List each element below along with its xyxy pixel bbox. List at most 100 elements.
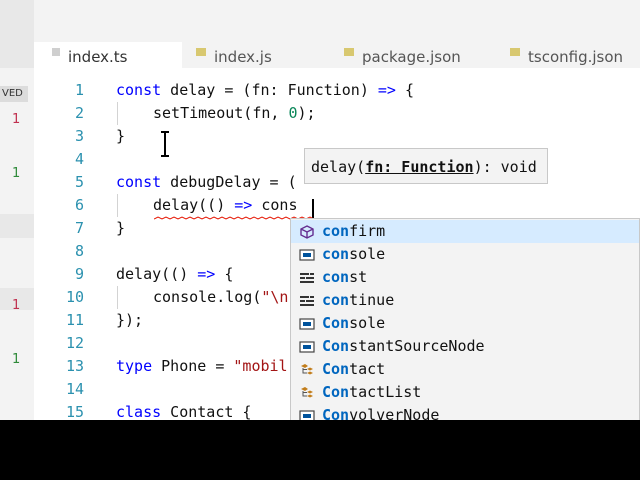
suggestion-item[interactable]: Contact (291, 358, 639, 381)
line-number: 1 (74, 81, 84, 99)
match-text: Con (322, 360, 350, 378)
tab-package-json[interactable]: package.json (344, 46, 461, 68)
keyword: const (116, 81, 162, 99)
code-line[interactable]: console.log("\n (153, 286, 288, 309)
code-text: cons (252, 196, 298, 214)
suggestion-item[interactable]: Console (291, 312, 639, 335)
match-text: Con (322, 383, 350, 401)
editor-screen: index.ts index.js package.json tsconfig.… (0, 0, 640, 420)
tab-label: tsconfig.json (528, 48, 624, 66)
match-text: Con (322, 406, 350, 420)
line-number: 14 (65, 380, 84, 398)
suggestion-label: tactList (349, 383, 422, 401)
match-text: con (322, 268, 350, 286)
keyword: const (116, 173, 162, 191)
tab-index-ts[interactable]: index.ts (52, 46, 128, 68)
tab-label: index.js (214, 48, 272, 66)
variable-icon (299, 249, 315, 261)
line-number: 11 (65, 311, 84, 329)
string-literal: "\n (261, 288, 289, 306)
explorer-header (0, 0, 34, 68)
js-file-icon (196, 48, 206, 56)
method-icon (300, 225, 314, 239)
suggestion-label: volverNode (349, 406, 440, 420)
line-number: 4 (74, 150, 84, 168)
code-line[interactable]: const delay = (fn: Function) => { (116, 79, 414, 102)
suggestion-label: sole (349, 314, 386, 332)
suggestion-item[interactable]: continue (291, 289, 639, 312)
code-text: console.log( (153, 288, 262, 306)
code-text: Contact { (161, 403, 252, 420)
code-line[interactable]: const debugDelay = ( (116, 171, 297, 194)
line-number: 7 (74, 219, 84, 237)
variable-icon (299, 318, 315, 330)
code-text: setTimeout(fn, (153, 104, 289, 122)
saved-badge: VED (0, 86, 28, 102)
suggestion-label: tact (349, 360, 386, 378)
hint-text: delay( (311, 158, 366, 176)
suggestion-label: stantSourceNode (349, 337, 485, 355)
suggestion-label: firm (349, 222, 386, 240)
mouse-ibeam-icon (161, 131, 169, 157)
indent-guide (117, 286, 118, 309)
code-text: { (395, 81, 415, 99)
line-number: 8 (74, 242, 84, 260)
suggestion-label: tinue (349, 291, 395, 309)
code-text: delay = (fn: Function) (161, 81, 378, 99)
code-line[interactable]: class Contact { (116, 401, 251, 420)
line-number: 3 (74, 127, 84, 145)
tab-label: package.json (362, 48, 461, 66)
code-line[interactable]: type Phone = "mobil (116, 355, 288, 378)
code-text: } (116, 219, 126, 237)
changes-row[interactable] (0, 214, 34, 238)
suggestion-item[interactable]: console (291, 243, 639, 266)
variable-icon (299, 410, 315, 420)
change-count: 1 (12, 112, 21, 127)
match-text: Con (322, 337, 350, 355)
keyword: => (197, 265, 216, 283)
class-icon (301, 364, 313, 375)
keyword: => (377, 81, 396, 99)
change-count: 1 (12, 166, 21, 181)
suggestion-item[interactable]: ConvolverNode (291, 404, 639, 420)
change-count: 1 (12, 352, 21, 367)
line-number: 12 (65, 334, 84, 352)
match-text: Con (322, 314, 350, 332)
match-text: con (322, 222, 350, 240)
suggestion-item[interactable]: confirm (291, 220, 639, 243)
line-number: 10 (65, 288, 84, 306)
line-number: 6 (74, 196, 84, 214)
keyword-icon (300, 273, 314, 283)
suggestion-label: sole (349, 245, 386, 263)
number-literal: 0 (288, 104, 298, 122)
code-line[interactable]: } (116, 217, 125, 240)
code-text: { (215, 265, 234, 283)
code-text: delay(() (116, 265, 198, 283)
line-number: 2 (74, 104, 84, 122)
code-line-active[interactable]: delay(() => cons (153, 194, 298, 217)
code-text: debugDelay = ( (161, 173, 297, 191)
suggestion-item[interactable]: ConstantSourceNode (291, 335, 639, 358)
code-line[interactable]: }); (116, 309, 143, 332)
code-text: } (116, 127, 126, 145)
suggestion-item[interactable]: const (291, 266, 639, 289)
code-line[interactable]: } (116, 125, 125, 148)
ts-file-icon (52, 48, 60, 56)
suggestion-list[interactable]: confirm console const continue Console C… (290, 218, 640, 420)
code-line[interactable]: delay(() => { (116, 263, 233, 286)
hint-text: ): void (473, 158, 537, 176)
suggestion-item[interactable]: ContactList (291, 381, 639, 404)
match-text: con (322, 291, 350, 309)
json-file-icon (510, 48, 520, 56)
match-text: con (322, 245, 350, 263)
line-number: 5 (74, 173, 84, 191)
keyword: class (116, 403, 162, 420)
tab-tsconfig-json[interactable]: tsconfig.json (510, 46, 623, 68)
code-line[interactable]: setTimeout(fn, 0); (153, 102, 316, 125)
code-text: Phone = (152, 357, 234, 375)
indent-guide (117, 102, 118, 125)
tab-label: index.ts (68, 48, 128, 66)
tab-index-js[interactable]: index.js (196, 46, 272, 68)
line-number: 13 (65, 357, 84, 375)
line-number: 9 (74, 265, 84, 283)
